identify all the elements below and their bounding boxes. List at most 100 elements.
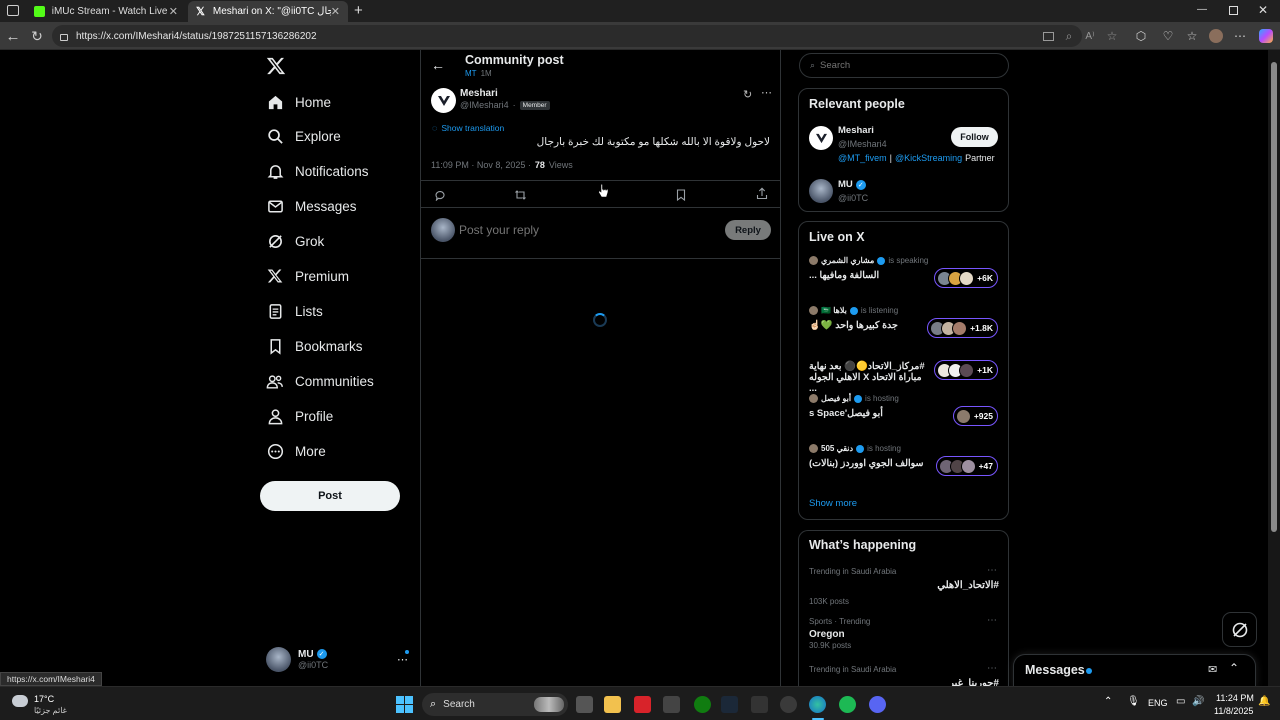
new-tab-icon[interactable]: +	[354, 2, 363, 19]
more-dots-icon[interactable]: ⋯	[397, 653, 408, 666]
nav-item-lists[interactable]: Lists	[264, 296, 323, 326]
bookmark-icon[interactable]	[676, 188, 686, 206]
spotify-icon[interactable]	[839, 696, 856, 713]
trend-item[interactable]: Sports · Trending ⋯ Oregon 30.9K posts	[809, 615, 999, 650]
app-icon[interactable]	[780, 696, 797, 713]
account-switcher[interactable]: MU ✓ @ii0TC ⋯	[266, 644, 412, 674]
post-button[interactable]: Post	[260, 481, 400, 511]
show-more-link[interactable]: Show more	[809, 498, 857, 509]
edge-icon[interactable]	[809, 696, 826, 713]
person-name[interactable]: MU	[838, 179, 853, 190]
grok-analyze-icon[interactable]: ↻	[743, 88, 752, 101]
community-link[interactable]: MT	[465, 69, 477, 78]
tab-kick[interactable]: iMUc Stream - Watch Live on Kick ✕	[26, 1, 186, 22]
avatar[interactable]	[431, 88, 456, 113]
search-box[interactable]: ⌕	[799, 53, 1009, 78]
search-input[interactable]	[820, 60, 991, 71]
post-timestamp[interactable]: 11:09 PM · Nov 8, 2025 ·	[431, 160, 531, 170]
volume-icon[interactable]: 🔊	[1192, 696, 1204, 707]
profile-avatar[interactable]	[1206, 26, 1226, 46]
bio-link[interactable]: @KickStreaming	[895, 153, 962, 163]
nav-item-communities[interactable]: Communities	[264, 366, 374, 396]
expand-chevron-icon[interactable]: ⌃	[1229, 661, 1239, 675]
split-screen-icon[interactable]	[1038, 26, 1058, 46]
favorite-star-icon[interactable]: ☆	[1102, 26, 1122, 46]
network-icon[interactable]: ▭	[1176, 696, 1185, 707]
nav-item-premium[interactable]: Premium	[264, 261, 349, 291]
favorites-icon[interactable]: ☆	[1182, 26, 1202, 46]
language-indicator[interactable]: ENG	[1148, 698, 1168, 708]
nav-item-explore[interactable]: Explore	[264, 121, 341, 151]
maximize-icon[interactable]	[1229, 6, 1238, 15]
epic-games-icon[interactable]	[751, 696, 768, 713]
start-icon[interactable]	[396, 696, 413, 713]
tab-actions-icon[interactable]	[7, 5, 19, 16]
nav-item-messages[interactable]: Messages	[264, 191, 357, 221]
settings-more-icon[interactable]: ⋯	[1230, 26, 1250, 46]
post-author-name[interactable]: Meshari	[460, 88, 498, 99]
discord-icon[interactable]	[869, 696, 886, 713]
notification-center-icon[interactable]: 🔔	[1258, 696, 1270, 707]
avatar[interactable]	[809, 179, 833, 203]
tray-overflow-icon[interactable]: ⌃	[1104, 696, 1112, 707]
clock-date[interactable]: 11/8/2025	[1214, 706, 1253, 716]
microphone-icon[interactable]: 🎙	[1127, 696, 1140, 707]
new-message-icon[interactable]: ✉	[1208, 663, 1217, 676]
post-author-handle[interactable]: @IMeshari4	[460, 100, 509, 110]
xbox-icon[interactable]	[694, 696, 711, 713]
task-view-icon[interactable]	[576, 696, 593, 713]
repost-icon[interactable]	[514, 188, 527, 206]
nav-item-bookmarks[interactable]: Bookmarks	[264, 331, 363, 361]
scrollbar-thumb[interactable]	[1271, 62, 1277, 532]
page-scrollbar[interactable]	[1268, 50, 1280, 686]
read-aloud-icon[interactable]: A⁾	[1080, 26, 1100, 46]
nav-item-notifications[interactable]: Notifications	[264, 156, 369, 186]
store-icon[interactable]	[663, 696, 680, 713]
x-logo-icon[interactable]	[266, 56, 288, 78]
file-explorer-icon[interactable]	[604, 696, 621, 713]
minimize-icon[interactable]: —	[1197, 4, 1207, 15]
clock-time[interactable]: 11:24 PM	[1216, 693, 1254, 703]
person-name[interactable]: Meshari	[838, 125, 874, 136]
refresh-icon[interactable]: ↻	[27, 26, 47, 46]
bio-link[interactable]: @MT_fivem	[838, 153, 887, 163]
nav-item-profile[interactable]: Profile	[264, 401, 333, 431]
back-icon[interactable]: ←	[3, 26, 23, 46]
grok-floating-button[interactable]	[1222, 612, 1257, 647]
trend-item[interactable]: Trending in Saudi Arabia ⋯ #الاتحاد_الاهلي…	[809, 565, 999, 606]
reply-input[interactable]	[459, 221, 699, 239]
trend-more-icon[interactable]: ⋯	[987, 615, 997, 626]
close-icon[interactable]: ✕	[169, 5, 178, 18]
post-more-icon[interactable]: ⋯	[761, 86, 772, 99]
weather-temp[interactable]: 17°C	[34, 694, 54, 704]
browser-essentials-icon[interactable]: ♡	[1158, 26, 1178, 46]
follow-button[interactable]: Follow	[951, 127, 998, 147]
avatar[interactable]	[809, 126, 833, 150]
space-listeners-pill[interactable]: +1.8K	[927, 318, 998, 338]
share-icon[interactable]	[756, 187, 768, 205]
copilot-icon[interactable]	[1256, 26, 1276, 46]
space-listeners-pill[interactable]: +6K	[934, 268, 998, 288]
trend-more-icon[interactable]: ⋯	[987, 663, 997, 674]
trend-more-icon[interactable]: ⋯	[987, 565, 997, 576]
close-icon[interactable]: ✕	[331, 5, 340, 18]
space-listeners-pill[interactable]: +47	[935, 456, 998, 476]
close-window-icon[interactable]: ✕	[1258, 3, 1268, 17]
nav-item-home[interactable]: Home	[264, 87, 331, 117]
zoom-icon[interactable]: ⌕	[1059, 26, 1079, 46]
space-listeners-pill[interactable]: +925	[952, 406, 998, 426]
back-arrow-icon[interactable]: ←	[431, 57, 445, 73]
reply-icon[interactable]	[434, 188, 446, 206]
show-translation-link[interactable]: Show translation	[441, 123, 504, 133]
reply-button[interactable]: Reply	[725, 220, 771, 240]
url-field[interactable]: https://x.com/IMeshari4/status/198725115…	[52, 25, 1082, 47]
nav-item-more[interactable]: More	[264, 436, 326, 466]
extensions-icon[interactable]: ⬡	[1131, 26, 1151, 46]
messages-drawer[interactable]: Messages ✉ ⌃	[1013, 654, 1256, 688]
space-listeners-pill[interactable]: +1K	[934, 360, 998, 380]
taskbar-search[interactable]: ⌕ Search	[422, 693, 568, 716]
steam-icon[interactable]	[721, 696, 738, 713]
tab-x[interactable]: 𝕏 Meshari on X: "@ii0TC خبرة بارجال ✕	[188, 1, 348, 22]
weather-icon[interactable]	[12, 695, 28, 707]
nav-item-grok[interactable]: Grok	[264, 226, 324, 256]
